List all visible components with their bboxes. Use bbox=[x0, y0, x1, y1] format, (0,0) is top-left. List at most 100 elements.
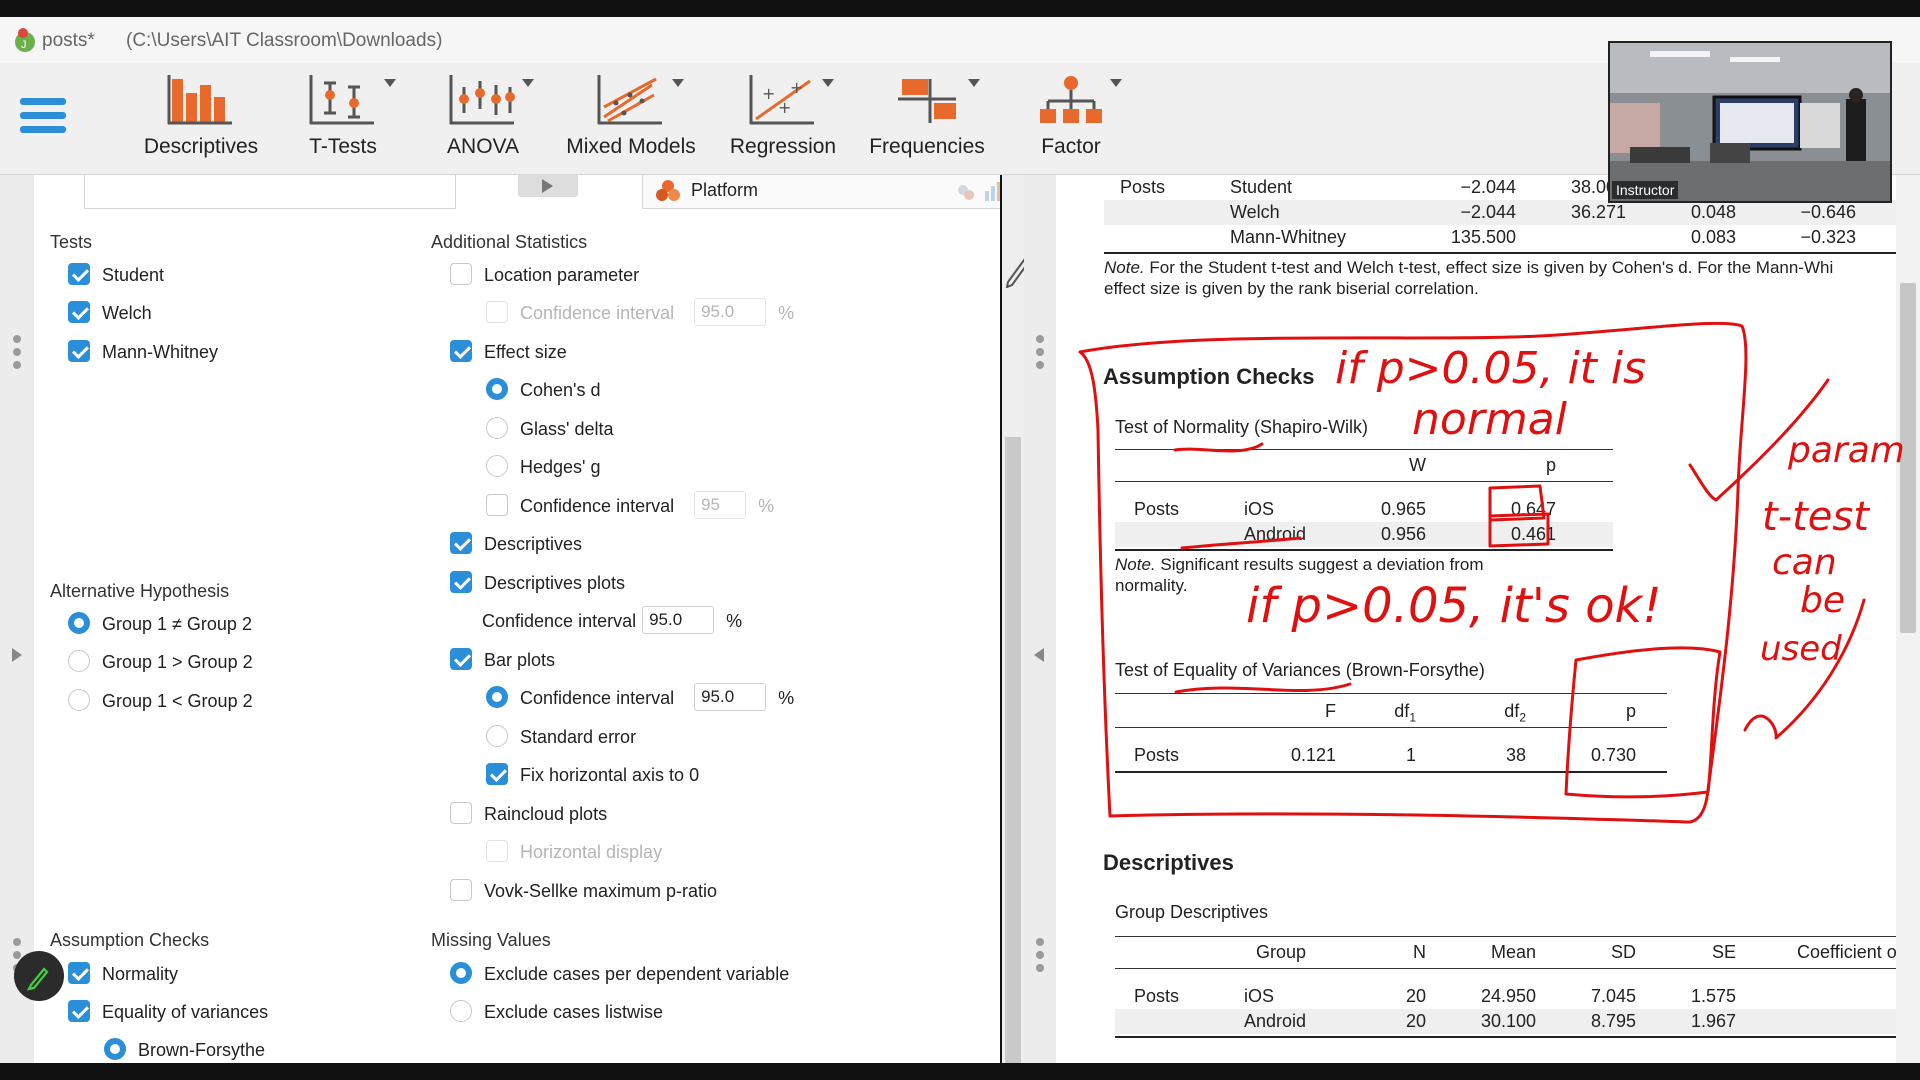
location-ci-checkbox: Confidence interval 95.0% bbox=[486, 298, 794, 327]
radio-unselected-icon bbox=[68, 650, 90, 673]
radio-unselected-icon bbox=[486, 417, 508, 440]
col-se: SE bbox=[1711, 942, 1736, 962]
ribbon-mixed-models-button[interactable]: Mixed Models bbox=[560, 73, 702, 173]
desc-sd: 7.045 bbox=[1590, 986, 1636, 1006]
ribbon-factor-button[interactable]: Factor bbox=[1030, 73, 1112, 173]
allowed-types-icon bbox=[958, 182, 1000, 201]
assumption-checks-title: Assumption Checks bbox=[1103, 364, 1315, 389]
anova-dropdown-icon[interactable] bbox=[522, 79, 534, 87]
normality-note-line2: normality. bbox=[1115, 576, 1188, 595]
options-scrollbar[interactable] bbox=[1002, 175, 1024, 1063]
radio-selected-icon bbox=[486, 378, 508, 401]
descriptives-checkbox[interactable]: Descriptives bbox=[450, 531, 582, 557]
ribbon-anova-label: ANOVA bbox=[447, 135, 519, 158]
effect-size-label: Effect size bbox=[484, 342, 567, 362]
ttest-var: Posts bbox=[1120, 177, 1166, 197]
equality-variances-checkbox[interactable]: Equality of variances bbox=[68, 999, 268, 1025]
student-label: Student bbox=[102, 265, 165, 285]
bar-plots-ci-radio[interactable]: Confidence interval 95.0% bbox=[486, 683, 794, 712]
results-scrollbar[interactable] bbox=[1896, 175, 1920, 1063]
col-df1-text: df bbox=[1394, 701, 1410, 721]
drag-handle-icon[interactable] bbox=[1036, 938, 1044, 977]
location-parameter-checkbox[interactable]: Location parameter bbox=[450, 262, 639, 288]
effect-size-ci-input[interactable]: 95 bbox=[694, 491, 747, 520]
welch-checkbox[interactable]: Welch bbox=[68, 300, 152, 326]
results-panel: Posts Student −2.044 38.000 Welch −2.044… bbox=[1056, 175, 1920, 1063]
ribbon-regression-button[interactable]: + + + Regression bbox=[722, 73, 844, 173]
scrollbar-thumb[interactable] bbox=[1005, 437, 1021, 1063]
hypothesis-greater-label: Group 1 > Group 2 bbox=[102, 652, 253, 672]
ribbon-regression-label: Regression bbox=[729, 135, 837, 158]
bar-plots-checkbox[interactable]: Bar plots bbox=[450, 647, 555, 673]
fix-axis-checkbox[interactable]: Fix horizontal axis to 0 bbox=[486, 762, 699, 788]
normality-checkbox[interactable]: Normality bbox=[68, 961, 178, 987]
desc-mean: 30.100 bbox=[1480, 1011, 1536, 1031]
exclude-listwise-radio[interactable]: Exclude cases listwise bbox=[450, 999, 663, 1025]
descriptives-label: Descriptives bbox=[484, 534, 583, 554]
effect-size-checkbox[interactable]: Effect size bbox=[450, 339, 567, 365]
ttest-df: 36.271 bbox=[1570, 202, 1626, 222]
factor-dropdown-icon[interactable] bbox=[1110, 79, 1122, 87]
collapse-options-icon[interactable] bbox=[1034, 648, 1044, 662]
grouping-variable-box[interactable]: Platform bbox=[642, 175, 1000, 209]
move-variable-button[interactable] bbox=[518, 175, 578, 197]
ribbon-descriptives-label: Descriptives bbox=[143, 135, 259, 158]
standard-error-radio[interactable]: Standard error bbox=[486, 724, 636, 750]
bar-chart-icon bbox=[167, 75, 232, 125]
hedges-g-radio[interactable]: Hedges' g bbox=[486, 454, 601, 480]
ttest-note: Note. For the Student t-test and Welch t… bbox=[1104, 258, 1833, 278]
scrollbar-thumb[interactable] bbox=[1900, 283, 1916, 633]
svg-text:+: + bbox=[762, 84, 775, 103]
dp-ci-input[interactable]: 95.0 bbox=[642, 606, 715, 635]
hamburger-menu-icon[interactable] bbox=[20, 98, 66, 140]
ribbon-descriptives-button[interactable]: Descriptives bbox=[140, 73, 262, 173]
mixed-models-dropdown-icon[interactable] bbox=[672, 79, 684, 87]
horizontal-display-label: Horizontal display bbox=[520, 842, 663, 862]
hypothesis-greater-radio[interactable]: Group 1 > Group 2 bbox=[68, 649, 253, 675]
frequencies-dropdown-icon[interactable] bbox=[968, 79, 980, 87]
glass-delta-radio[interactable]: Glass' delta bbox=[486, 416, 613, 442]
webcam-label: Instructor bbox=[1612, 181, 1679, 199]
descriptives-plots-ci: Confidence interval 95.0% bbox=[482, 606, 742, 635]
descriptives-plots-checkbox[interactable]: Descriptives plots bbox=[450, 570, 625, 596]
vovk-sellke-checkbox[interactable]: Vovk-Sellke maximum p-ratio bbox=[450, 878, 717, 904]
desc-n: 20 bbox=[1405, 986, 1426, 1006]
col-n: N bbox=[1413, 942, 1426, 962]
mann-whitney-checkbox[interactable]: Mann-Whitney bbox=[68, 339, 218, 365]
drag-handle-icon[interactable] bbox=[1036, 335, 1044, 374]
ribbon-frequencies-button[interactable]: Frequencies bbox=[864, 73, 990, 173]
expand-data-icon[interactable] bbox=[12, 648, 22, 662]
drag-handle-icon[interactable] bbox=[13, 335, 21, 374]
raincloud-checkbox[interactable]: Raincloud plots bbox=[450, 801, 607, 827]
pen-icon bbox=[27, 967, 49, 991]
radio-selected-icon bbox=[104, 1038, 126, 1061]
desc-n: 20 bbox=[1405, 1011, 1426, 1031]
bp-ci-input[interactable]: 95.0 bbox=[694, 683, 767, 712]
note-label: Note. bbox=[1115, 555, 1156, 574]
checkbox-checked-icon bbox=[68, 301, 90, 324]
cohens-d-radio[interactable]: Cohen's d bbox=[486, 377, 601, 403]
desc-group: Android bbox=[1244, 1011, 1307, 1031]
exclude-per-dv-radio[interactable]: Exclude cases per dependent variable bbox=[450, 961, 789, 987]
assumption-checks-heading: Assumption Checks bbox=[50, 930, 210, 950]
brown-forsythe-radio[interactable]: Brown-Forsythe bbox=[104, 1037, 265, 1063]
hypothesis-less-radio[interactable]: Group 1 < Group 2 bbox=[68, 688, 253, 714]
ribbon-ttests-button[interactable]: T-Tests bbox=[302, 73, 384, 173]
student-checkbox[interactable]: Student bbox=[68, 262, 164, 288]
col-df1: df1 bbox=[1356, 701, 1416, 725]
ttest-note-text: For the Student t-test and Welch t-test,… bbox=[1144, 258, 1834, 277]
variables-list-box[interactable] bbox=[84, 175, 456, 209]
hypothesis-not-equal-radio[interactable]: Group 1 ≠ Group 2 bbox=[68, 611, 252, 637]
annotation-pen-button[interactable] bbox=[14, 951, 64, 1001]
ribbon-anova-button[interactable]: ANOVA bbox=[442, 73, 524, 173]
table-rule bbox=[1115, 771, 1667, 773]
checkbox-checked-icon bbox=[68, 962, 90, 985]
col-sd: SD bbox=[1610, 942, 1636, 962]
effect-size-ci-checkbox[interactable]: Confidence interval 95% bbox=[486, 491, 774, 520]
panel-splitter[interactable] bbox=[1024, 175, 1056, 1063]
location-ci-input: 95.0 bbox=[694, 298, 767, 327]
checkbox-checked-icon bbox=[68, 340, 90, 363]
col-df2-text: df bbox=[1504, 701, 1520, 721]
regression-dropdown-icon[interactable] bbox=[822, 79, 834, 87]
ttests-dropdown-icon[interactable] bbox=[384, 79, 396, 87]
